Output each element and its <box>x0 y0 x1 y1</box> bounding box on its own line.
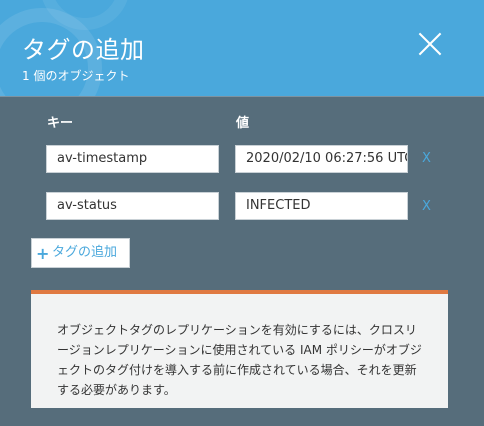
dialog-header: タグの追加 1 個のオブジェクト <box>0 0 484 96</box>
close-icon[interactable] <box>418 32 442 56</box>
tag-key-input[interactable]: av-status <box>46 192 219 220</box>
tag-value-input[interactable]: 2020/02/10 06:27:56 UTC <box>235 145 408 173</box>
remove-tag-button[interactable]: X <box>422 199 431 214</box>
dialog-subtitle: 1 個のオブジェクト <box>22 69 130 83</box>
dialog-title: タグの追加 <box>22 36 145 64</box>
plus-icon: + <box>36 244 50 263</box>
tag-key-input[interactable]: av-timestamp <box>46 145 219 173</box>
header-divider <box>0 96 484 97</box>
tag-value-input[interactable]: INFECTED <box>235 192 408 220</box>
key-column-label: キー <box>47 116 74 131</box>
add-tag-label: タグの追加 <box>52 245 118 260</box>
value-column-label: 値 <box>236 116 250 131</box>
remove-tag-button[interactable]: X <box>422 151 431 166</box>
notice-text: オブジェクトタグのレプリケーションを有効にするには、クロスリージョンレプリケーシ… <box>57 323 422 397</box>
info-notice: オブジェクトタグのレプリケーションを有効にするには、クロスリージョンレプリケーシ… <box>31 290 448 408</box>
add-tag-button[interactable]: + タグの追加 <box>31 238 130 268</box>
